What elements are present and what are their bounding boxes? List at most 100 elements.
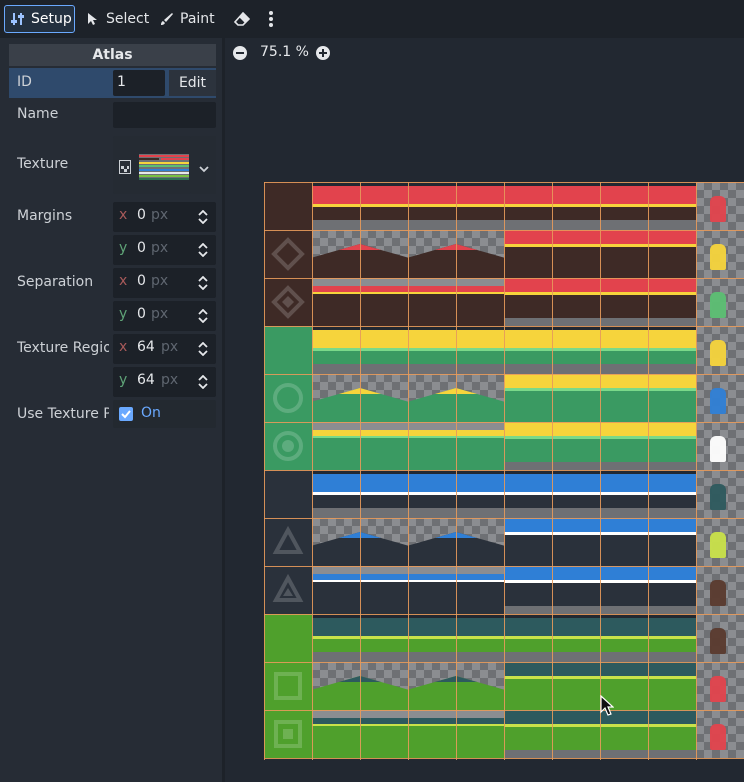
atlas-tile[interactable] xyxy=(360,614,408,662)
atlas-tile[interactable] xyxy=(312,230,360,278)
atlas-prop-tile[interactable] xyxy=(696,422,744,470)
atlas-tile[interactable] xyxy=(408,278,456,326)
atlas-tile[interactable] xyxy=(552,230,600,278)
atlas-tile[interactable] xyxy=(504,710,552,758)
atlas-tile[interactable] xyxy=(360,470,408,518)
atlas-tile[interactable] xyxy=(648,710,696,758)
texture-preview[interactable] xyxy=(113,136,191,194)
atlas-tile[interactable] xyxy=(600,278,648,326)
atlas-tile[interactable] xyxy=(504,326,552,374)
atlas-prop-tile[interactable] xyxy=(696,518,744,566)
atlas-tile[interactable] xyxy=(504,662,552,710)
zoom-in-icon[interactable] xyxy=(316,46,330,64)
atlas-tile[interactable] xyxy=(264,278,312,326)
atlas-tile[interactable] xyxy=(504,566,552,614)
atlas-prop-tile[interactable] xyxy=(696,470,744,518)
atlas-tile[interactable] xyxy=(456,278,504,326)
atlas-tile[interactable] xyxy=(648,470,696,518)
spin-arrows-icon[interactable] xyxy=(198,308,208,327)
atlas-tile[interactable] xyxy=(360,182,408,230)
atlas-tile[interactable] xyxy=(456,662,504,710)
atlas-tile[interactable] xyxy=(312,422,360,470)
atlas-tile[interactable] xyxy=(648,374,696,422)
atlas-tile[interactable] xyxy=(408,230,456,278)
atlas-tile[interactable] xyxy=(360,326,408,374)
atlas-tile[interactable] xyxy=(312,182,360,230)
atlas-tile[interactable] xyxy=(456,614,504,662)
atlas-tile[interactable] xyxy=(648,182,696,230)
atlas-tile[interactable] xyxy=(264,662,312,710)
spin-arrows-icon[interactable] xyxy=(198,275,208,294)
atlas-tile[interactable] xyxy=(312,374,360,422)
atlas-tile[interactable] xyxy=(360,662,408,710)
atlas-tile[interactable] xyxy=(456,470,504,518)
atlas-tile[interactable] xyxy=(408,182,456,230)
atlas-tile[interactable] xyxy=(504,278,552,326)
atlas-tile[interactable] xyxy=(648,422,696,470)
atlas-prop-tile[interactable] xyxy=(696,662,744,710)
texture-region-x-spinbox[interactable]: x 64 px xyxy=(113,334,216,364)
atlas-tile[interactable] xyxy=(408,710,456,758)
atlas-tile[interactable] xyxy=(408,614,456,662)
atlas-tile[interactable] xyxy=(648,614,696,662)
atlas-tile[interactable] xyxy=(552,614,600,662)
atlas-tile[interactable] xyxy=(600,518,648,566)
zoom-level-button[interactable]: 75.1 % xyxy=(260,44,309,60)
atlas-tile[interactable] xyxy=(552,518,600,566)
texture-region-y-spinbox[interactable]: y 64 px xyxy=(113,367,216,397)
atlas-tile[interactable] xyxy=(552,422,600,470)
atlas-tile[interactable] xyxy=(312,662,360,710)
atlas-tile[interactable] xyxy=(408,566,456,614)
name-input[interactable] xyxy=(113,102,216,128)
select-button[interactable]: Select xyxy=(80,5,155,33)
atlas-tile[interactable] xyxy=(456,230,504,278)
atlas-tile[interactable] xyxy=(408,374,456,422)
atlas-tile[interactable] xyxy=(648,278,696,326)
atlas-tile[interactable] xyxy=(264,518,312,566)
atlas-prop-tile[interactable] xyxy=(696,614,744,662)
atlas-tile[interactable] xyxy=(456,566,504,614)
atlas-tile[interactable] xyxy=(552,710,600,758)
atlas-tile[interactable] xyxy=(264,710,312,758)
atlas-tile[interactable] xyxy=(360,518,408,566)
use-texture-padding-toggle[interactable]: On xyxy=(113,400,216,428)
atlas-prop-tile[interactable] xyxy=(696,230,744,278)
atlas-tile[interactable] xyxy=(648,326,696,374)
atlas-tile[interactable] xyxy=(456,374,504,422)
paint-button[interactable]: Paint xyxy=(154,5,221,33)
atlas-prop-tile[interactable] xyxy=(696,326,744,374)
tileset-atlas[interactable] xyxy=(264,182,744,760)
atlas-prop-tile[interactable] xyxy=(696,566,744,614)
separation-y-spinbox[interactable]: y 0 px xyxy=(113,301,216,331)
atlas-tile[interactable] xyxy=(264,374,312,422)
atlas-tile[interactable] xyxy=(360,278,408,326)
separation-x-spinbox[interactable]: x 0 px xyxy=(113,268,216,298)
atlas-tile[interactable] xyxy=(264,470,312,518)
atlas-prop-tile[interactable] xyxy=(696,710,744,758)
atlas-tile[interactable] xyxy=(312,326,360,374)
atlas-tile[interactable] xyxy=(648,230,696,278)
atlas-tile[interactable] xyxy=(408,326,456,374)
atlas-tile[interactable] xyxy=(312,518,360,566)
atlas-tile[interactable] xyxy=(360,230,408,278)
atlas-tile[interactable] xyxy=(456,518,504,566)
atlas-tile[interactable] xyxy=(264,614,312,662)
atlas-viewport[interactable]: 75.1 % xyxy=(225,38,744,782)
atlas-tile[interactable] xyxy=(648,662,696,710)
atlas-tile[interactable] xyxy=(552,326,600,374)
atlas-tile[interactable] xyxy=(552,662,600,710)
id-field[interactable]: 1 xyxy=(113,70,165,96)
atlas-tile[interactable] xyxy=(456,182,504,230)
atlas-tile[interactable] xyxy=(456,422,504,470)
more-options-button[interactable] xyxy=(262,5,280,33)
atlas-tile[interactable] xyxy=(504,230,552,278)
atlas-tile[interactable] xyxy=(360,566,408,614)
spin-arrows-icon[interactable] xyxy=(198,341,208,360)
atlas-tile[interactable] xyxy=(312,278,360,326)
atlas-tile[interactable] xyxy=(408,662,456,710)
atlas-tile[interactable] xyxy=(552,278,600,326)
atlas-tile[interactable] xyxy=(408,422,456,470)
texture-dropdown-button[interactable] xyxy=(191,136,216,194)
atlas-tile[interactable] xyxy=(360,710,408,758)
atlas-tile[interactable] xyxy=(360,374,408,422)
